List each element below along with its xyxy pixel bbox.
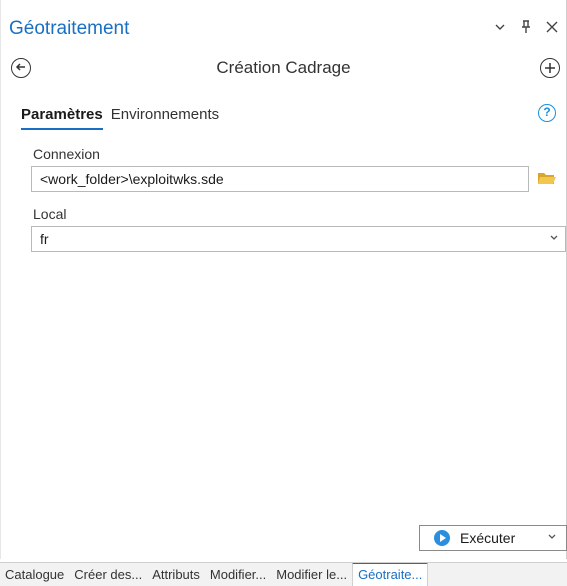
bottom-tab-catalogue[interactable]: Catalogue xyxy=(0,564,69,586)
bottom-tab-geotraitement[interactable]: Géotraite... xyxy=(352,563,429,586)
tool-header: Création Cadrage xyxy=(1,52,566,84)
bottom-tab-attributs[interactable]: Attributs xyxy=(147,564,205,586)
connexion-label: Connexion xyxy=(33,146,100,162)
help-icon[interactable]: ? xyxy=(538,104,556,122)
local-select[interactable]: fr xyxy=(31,226,566,252)
chevron-down-icon xyxy=(549,232,559,246)
run-button-main[interactable]: Exécuter xyxy=(420,526,538,550)
run-options-chevron-icon[interactable] xyxy=(538,531,566,545)
run-button-label: Exécuter xyxy=(460,530,516,546)
pin-icon[interactable] xyxy=(518,20,534,36)
local-select-value: fr xyxy=(40,231,49,247)
bottom-tab-modifier-le[interactable]: Modifier le... xyxy=(271,564,352,586)
chevron-down-icon[interactable] xyxy=(492,20,508,36)
window-controls xyxy=(492,20,560,36)
bottom-tab-strip: Catalogue Créer des... Attributs Modifie… xyxy=(0,562,567,586)
geoprocessing-pane: Géotraitement Création Cadrage Paramètre… xyxy=(0,0,567,559)
bottom-tab-creer[interactable]: Créer des... xyxy=(69,564,147,586)
folder-icon[interactable] xyxy=(537,170,557,186)
connexion-input[interactable]: <work_folder>\exploitwks.sde xyxy=(31,166,529,192)
parameter-tabs: Paramètres Environnements xyxy=(21,104,219,130)
tab-environnements[interactable]: Environnements xyxy=(111,104,219,130)
bottom-tab-modifier[interactable]: Modifier... xyxy=(205,564,271,586)
pane-title-bar: Géotraitement xyxy=(1,0,566,44)
tool-title: Création Cadrage xyxy=(216,58,351,77)
local-label: Local xyxy=(33,206,67,222)
add-circle-icon[interactable] xyxy=(540,58,560,78)
run-button[interactable]: Exécuter xyxy=(419,525,567,551)
tab-parametres[interactable]: Paramètres xyxy=(21,104,103,130)
close-icon[interactable] xyxy=(544,20,560,36)
play-icon xyxy=(434,530,450,546)
pane-title: Géotraitement xyxy=(9,18,130,39)
